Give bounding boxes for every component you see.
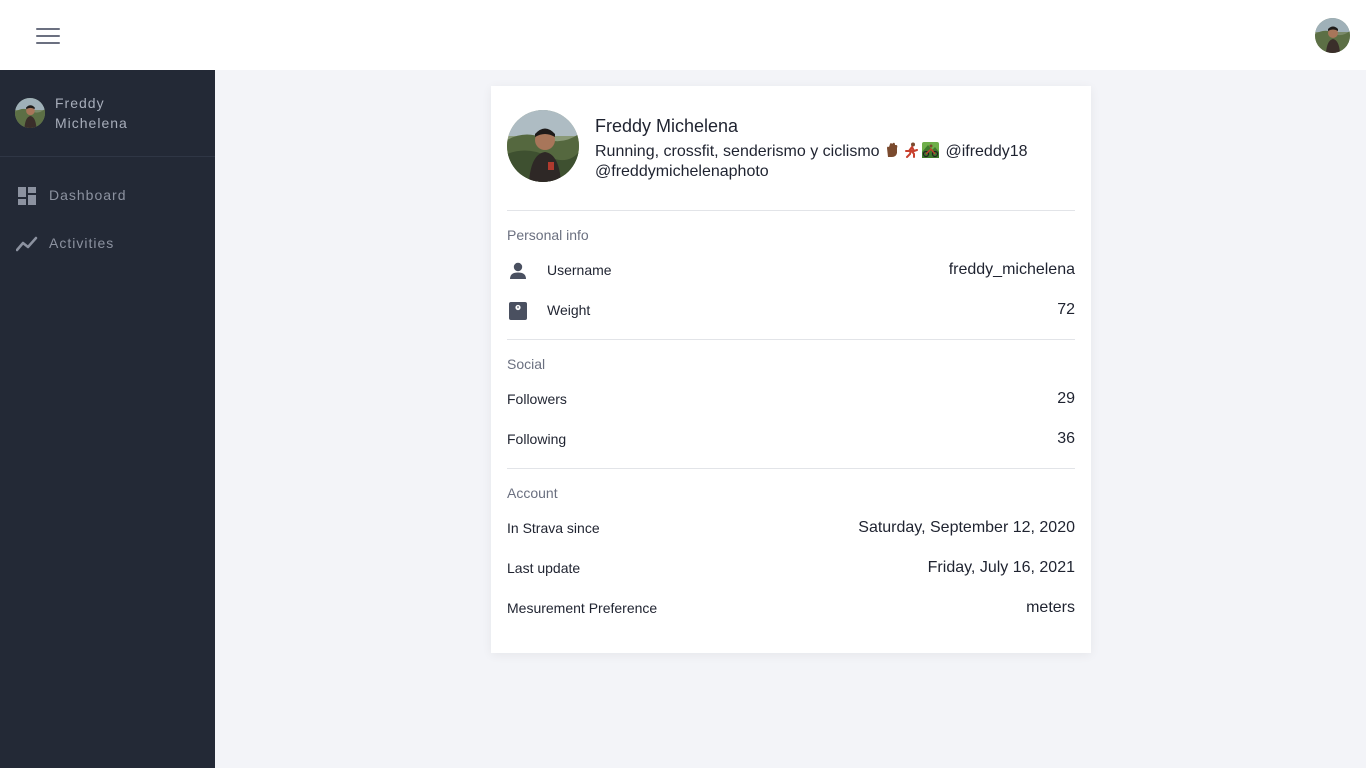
sidebar-user[interactable]: Freddy Michelena — [0, 70, 215, 157]
sidebar-item-label: Activities — [49, 235, 115, 251]
divider — [507, 210, 1075, 211]
section-title-social: Social — [507, 356, 546, 372]
divider — [507, 339, 1075, 340]
info-row-following: Following 36 — [507, 420, 1075, 460]
following-value: 36 — [1057, 430, 1075, 447]
activity-chart-icon — [15, 233, 38, 255]
weight-label: Weight — [547, 302, 591, 318]
last-update-label: Last update — [507, 560, 581, 576]
runner-icon — [903, 142, 920, 158]
info-row-last-update: Last update Friday, July 16, 2021 — [507, 549, 1075, 589]
section-title-account: Account — [507, 485, 558, 501]
sidebar-item-label: Dashboard — [49, 187, 127, 203]
scale-icon — [507, 300, 529, 322]
dashboard-icon — [16, 185, 38, 207]
profile-name: Freddy Michelena — [595, 116, 739, 136]
sidebar-user-name: Freddy Michelena — [55, 95, 128, 131]
sidebar-item-activities[interactable]: Activities — [0, 224, 215, 264]
section-title-personal-info: Personal info — [507, 227, 589, 243]
info-row-followers: Followers 29 — [507, 380, 1075, 420]
strava-since-label: In Strava since — [507, 520, 600, 536]
following-label: Following — [507, 431, 567, 447]
sidebar-avatar — [15, 98, 45, 128]
mountain-biker-icon — [922, 142, 939, 158]
account-avatar[interactable] — [1315, 18, 1350, 53]
profile-bio-text: Running, crossfit, senderismo y ciclismo — [595, 143, 880, 160]
weight-value: 72 — [1057, 301, 1075, 318]
profile-bio: Running, crossfit, senderismo y ciclismo… — [595, 142, 1075, 182]
followers-value: 29 — [1057, 390, 1075, 407]
menu-icon[interactable] — [34, 26, 62, 46]
divider — [507, 468, 1075, 469]
info-row-measurement-preference: Mesurement Preference meters — [507, 589, 1075, 629]
followers-label: Followers — [507, 391, 567, 407]
person-icon — [507, 260, 529, 282]
hand-icon — [884, 142, 901, 158]
profile-card: Freddy Michelena Running, crossfit, send… — [491, 86, 1091, 653]
info-row-weight: Weight 72 — [507, 291, 1075, 331]
measurement-preference-label: Mesurement Preference — [507, 600, 658, 616]
measurement-preference-value: meters — [1026, 599, 1075, 616]
username-value: freddy_michelena — [948, 261, 1075, 278]
username-label: Username — [547, 262, 612, 278]
strava-since-value: Saturday, September 12, 2020 — [858, 519, 1075, 536]
info-row-username: Username freddy_michelena — [507, 251, 1075, 291]
top-app-bar — [0, 0, 1366, 70]
profile-avatar — [507, 110, 579, 182]
last-update-value: Friday, July 16, 2021 — [927, 559, 1075, 576]
sidebar-item-dashboard[interactable]: Dashboard — [0, 176, 215, 216]
info-row-strava-since: In Strava since Saturday, September 12, … — [507, 509, 1075, 549]
sidebar: Freddy Michelena Dashboard Activities — [0, 70, 215, 768]
